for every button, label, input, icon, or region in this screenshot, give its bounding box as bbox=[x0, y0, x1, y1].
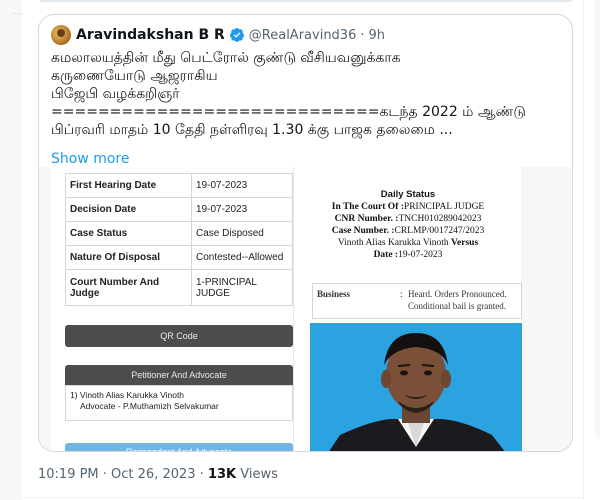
quoted-tweet-card[interactable]: Aravindakshan B R @RealAravind36 · 9h கம… bbox=[38, 14, 573, 452]
table-row: First Hearing Date 19-07-2023 bbox=[65, 173, 293, 198]
header-separator: · bbox=[360, 27, 365, 43]
case-info-panel: First Hearing Date 19-07-2023 Decision D… bbox=[51, 167, 293, 451]
petitioner-name: 1) Vinoth Alias Karukka Vinoth bbox=[70, 390, 185, 400]
business-row: Business : Heard. Orders Pronounced. Con… bbox=[312, 283, 522, 319]
left-panel-divider bbox=[12, 0, 22, 14]
views-count: 13K bbox=[207, 467, 237, 482]
tweet-timestamp: 10:19 PM · Oct 26, 2023 · 13K Views bbox=[38, 467, 278, 482]
case-field-value: 1-PRINCIPAL JUDGE bbox=[191, 269, 293, 306]
sidebar-card-edge bbox=[594, 0, 600, 440]
parties-line: Vinoth Alias Karukka Vinoth Versus bbox=[294, 237, 522, 249]
case-field-value: Case Disposed bbox=[191, 221, 293, 246]
date-value: 19-07-2023 bbox=[398, 250, 443, 260]
court-label: In The Court Of : bbox=[331, 202, 404, 212]
table-row: Court Number And Judge 1-PRINCIPAL JUDGE bbox=[65, 269, 293, 306]
versus-label: Versus bbox=[451, 238, 479, 248]
case-info-table: First Hearing Date 19-07-2023 Decision D… bbox=[65, 173, 293, 306]
case-field-label: First Hearing Date bbox=[65, 173, 192, 198]
case-field-label: Case Status bbox=[65, 221, 192, 246]
case-field-value: Contested--Allowed bbox=[191, 245, 293, 270]
previous-element-border bbox=[40, 0, 572, 2]
case-number-value: CRLMP/0017247/2023 bbox=[394, 226, 485, 236]
cnr-line: CNR Number. :TNCH010289042023 bbox=[294, 213, 522, 225]
case-field-label: Court Number And Judge bbox=[65, 269, 192, 306]
cnr-label: CNR Number. : bbox=[334, 214, 399, 224]
person-photo bbox=[310, 323, 522, 451]
tweet-text-line: கருணையோடு ஆஜராகிய bbox=[51, 68, 218, 84]
author-handle[interactable]: @RealAravind36 bbox=[249, 28, 357, 43]
case-field-label: Nature Of Disposal bbox=[65, 245, 192, 270]
views-label: Views bbox=[236, 467, 278, 482]
case-field-value: 19-07-2023 bbox=[191, 197, 293, 222]
author-name[interactable]: Aravindakshan B R bbox=[76, 27, 225, 43]
date-line: Date :19-07-2023 bbox=[294, 249, 522, 261]
business-separator: : bbox=[400, 289, 403, 299]
advocate-name: Advocate - P.Muthamizh Selvakumar bbox=[80, 401, 219, 411]
daily-status-block: Daily Status In The Court Of :PRINCIPAL … bbox=[294, 167, 522, 261]
court-line: In The Court Of :PRINCIPAL JUDGE bbox=[294, 201, 522, 213]
court-value: PRINCIPAL JUDGE bbox=[403, 202, 485, 212]
petitioner-header: Petitioner And Advocate bbox=[65, 365, 293, 385]
timestamp-text[interactable]: 10:19 PM · Oct 26, 2023 · bbox=[38, 467, 208, 482]
attached-image[interactable]: First Hearing Date 19-07-2023 Decision D… bbox=[39, 167, 572, 451]
post-time[interactable]: 9h bbox=[369, 28, 386, 43]
qr-code-button: QR Code bbox=[65, 325, 293, 347]
right-sidebar-edge bbox=[583, 0, 600, 500]
case-field-label: Decision Date bbox=[65, 197, 192, 222]
date-label: Date : bbox=[373, 250, 399, 260]
respondent-header: Respondent And Advocate bbox=[65, 443, 293, 451]
petitioner-details: 1) Vinoth Alias Karukka Vinoth Advocate … bbox=[65, 385, 293, 421]
quoted-tweet-header: Aravindakshan B R @RealAravind36 · 9h bbox=[51, 25, 385, 45]
table-row: Nature Of Disposal Contested--Allowed bbox=[65, 245, 293, 270]
daily-status-title: Daily Status bbox=[380, 189, 436, 200]
portrait-illustration bbox=[310, 323, 522, 451]
quoted-tweet-text: கமலாலயத்தின் மீது பெட்ரோல் குண்டு வீசியவ… bbox=[51, 49, 563, 139]
cnr-value: TNCH010289042023 bbox=[398, 214, 482, 224]
case-number-line: Case Number. :CRLMP/0017247/2023 bbox=[294, 225, 522, 237]
left-panel-edge bbox=[0, 0, 22, 500]
table-row: Case Status Case Disposed bbox=[65, 221, 293, 246]
case-field-value: 19-07-2023 bbox=[191, 173, 293, 198]
footer-divider bbox=[22, 497, 583, 498]
tweet-text-line: ============================கடந்த 2022 ம… bbox=[51, 104, 526, 120]
author-avatar[interactable] bbox=[51, 25, 71, 45]
business-label: Business bbox=[317, 289, 351, 299]
tweet-text-line: பிஜேபி வழக்கறிஞர் bbox=[51, 86, 180, 102]
case-number-label: Case Number. : bbox=[331, 226, 395, 236]
parties-name: Vinoth Alias Karukka Vinoth bbox=[337, 238, 449, 248]
tweet-text-line: கமலாலயத்தின் மீது பெட்ரோல் குண்டு வீசியவ… bbox=[51, 50, 401, 66]
verified-badge-icon bbox=[229, 28, 244, 42]
tweet-text-line: பிப்ரவரி மாதம் 10 தேதி நள்ளிரவு 1.30 க்க… bbox=[51, 122, 453, 138]
daily-status-panel: Daily Status In The Court Of :PRINCIPAL … bbox=[293, 167, 522, 451]
business-value: Heard. Orders Pronounced. Conditional ba… bbox=[408, 289, 507, 311]
show-more-link[interactable]: Show more bbox=[51, 151, 130, 167]
table-row: Decision Date 19-07-2023 bbox=[65, 197, 293, 222]
